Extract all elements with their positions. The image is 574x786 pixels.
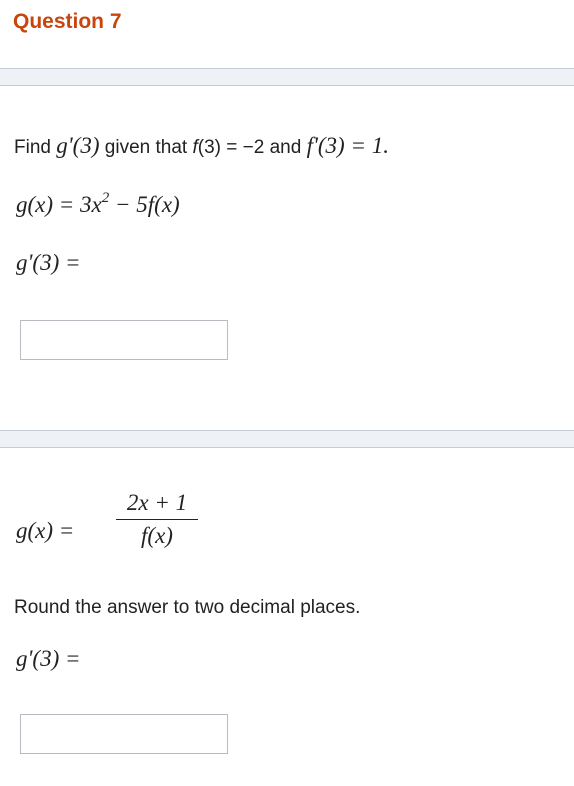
part2-answer-label: g'(3) = [16,646,81,671]
function-lhs: g(x) = [16,518,75,543]
part1-answer-label: g'(3) = [16,250,81,275]
equation-lhs: g(x) = 3x [16,192,102,217]
question-title: Question 7 [13,10,122,33]
prompt-prefix: Find [14,137,51,158]
prompt-mid: given that [104,137,188,158]
section-divider-middle [0,430,574,448]
fraction-numerator: 2x + 1 [126,490,188,515]
section-divider-top [0,68,574,86]
fraction: 2x + 1 f(x) [116,490,198,549]
prompt-f-value: (3) = −2 and [197,137,302,158]
part1-equation: g(x) = 3x2 − 5f(x) [16,191,180,218]
part1-answer-input[interactable] [20,320,228,360]
part2-instruction: Round the answer to two decimal places. [14,597,361,618]
prompt-gprime: g'(3) [56,133,100,158]
fraction-denominator: f(x) [141,523,173,548]
part1-prompt: Find g'(3) given that f(3) = −2 and f'(3… [14,133,389,159]
prompt-fprime: f'(3) = 1. [306,133,389,158]
part2-answer-input[interactable] [20,714,228,754]
equation-rhs: − 5f(x) [109,192,180,217]
